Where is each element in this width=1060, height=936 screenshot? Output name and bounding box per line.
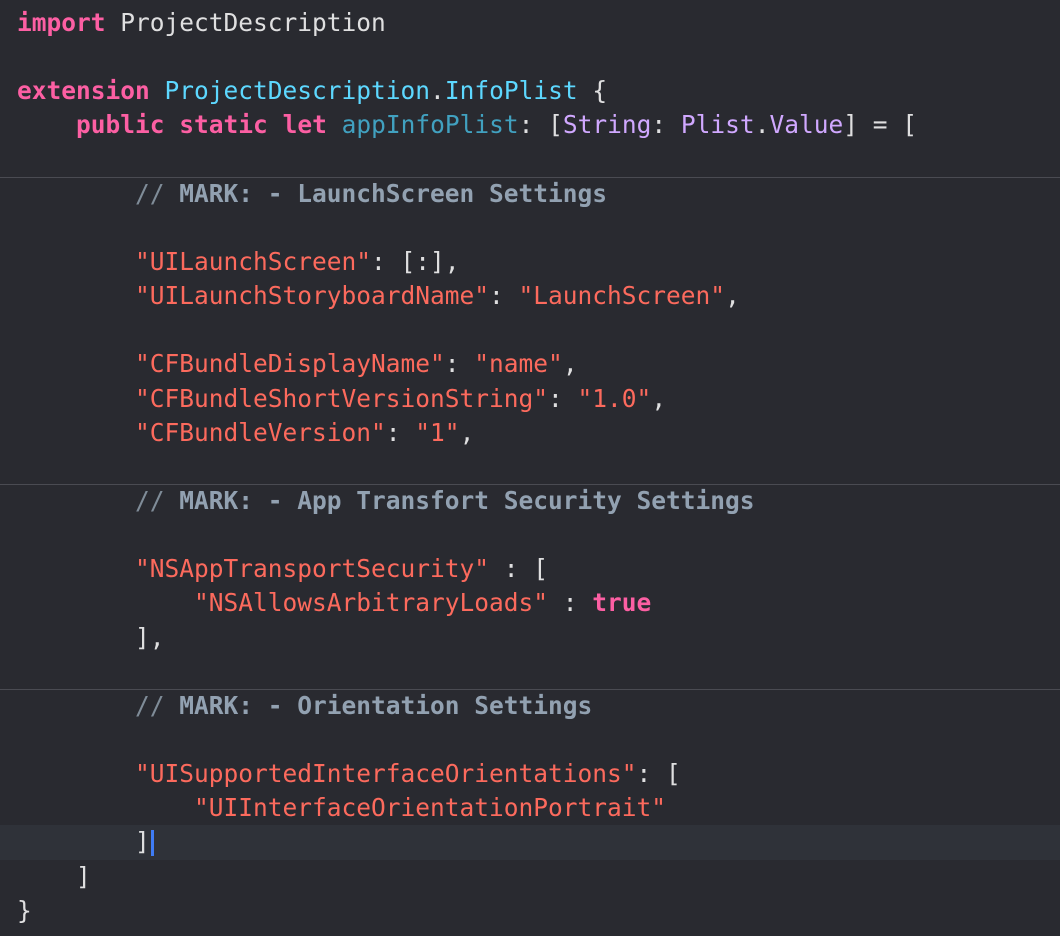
punctuation: : [ (636, 759, 681, 789)
punctuation: : (444, 349, 475, 379)
punctuation: : (385, 417, 416, 447)
mark-comment: MARK: - Orientation Settings (179, 690, 593, 720)
text-cursor (150, 830, 154, 857)
code-line-8[interactable]: "UILaunchScreen": [:], (0, 245, 1060, 279)
code-line-2[interactable] (0, 40, 1060, 74)
comment-slashes: // (135, 485, 165, 515)
mark-comment: MARK: - LaunchScreen Settings (179, 178, 608, 208)
punctuation: ] (76, 861, 91, 891)
code-line-17[interactable]: "NSAppTransportSecurity" : [ (0, 552, 1060, 586)
string-value: "UIInterfaceOrientationPortrait" (194, 793, 667, 823)
code-line-19[interactable]: ], (0, 621, 1060, 655)
code-line-25-current[interactable]: ] (0, 825, 1060, 860)
keyword: public (76, 110, 165, 140)
keyword: let (282, 110, 327, 140)
string-key: "NSAllowsArbitraryLoads" (194, 588, 549, 618)
code-line-4[interactable]: public static let appInfoPlist: [String:… (0, 108, 1060, 142)
punctuation: : [ (518, 110, 563, 140)
string-key: "CFBundleVersion" (135, 417, 386, 447)
string-value: "name" (474, 349, 563, 379)
string-key: "UILaunchScreen" (135, 246, 372, 276)
code-line-10[interactable] (0, 313, 1060, 347)
punctuation: : [:], (371, 246, 460, 276)
code-line-7[interactable] (0, 211, 1060, 245)
code-line-22[interactable] (0, 723, 1060, 757)
comment-slashes: // (135, 178, 165, 208)
code-line-23[interactable]: "UISupportedInterfaceOrientations": [ (0, 757, 1060, 791)
type-name: Value (769, 110, 844, 140)
type-name: InfoPlist (444, 76, 578, 106)
code-line-3[interactable]: extension ProjectDescription.InfoPlist { (0, 74, 1060, 108)
string-key: "CFBundleShortVersionString" (135, 383, 549, 413)
comment-slashes: // (135, 690, 165, 720)
keyword: import (17, 8, 106, 37)
code-line-13[interactable]: "CFBundleVersion": "1", (0, 416, 1060, 450)
code-line-26[interactable]: ] (0, 860, 1060, 894)
punctuation: ] (135, 827, 150, 857)
code-line-18[interactable]: "NSAllowsArbitraryLoads" : true (0, 586, 1060, 620)
code-line-24[interactable]: "UIInterfaceOrientationPortrait" (0, 791, 1060, 825)
property-name: appInfoPlist (341, 110, 519, 140)
punctuation: ], (135, 622, 165, 652)
punctuation: . (430, 76, 445, 106)
code-line-6[interactable]: // MARK: - LaunchScreen Settings (0, 176, 1060, 211)
punctuation: ] = [ (843, 110, 917, 140)
code-editor[interactable]: import ProjectDescription extension Proj… (0, 6, 1060, 928)
code-line-5[interactable] (0, 143, 1060, 177)
type-name: String (562, 110, 652, 140)
punctuation: , (459, 417, 475, 447)
string-value: "LaunchScreen" (518, 281, 726, 311)
punctuation: : (651, 110, 681, 140)
punctuation: : (489, 281, 519, 311)
code-line-1[interactable]: import ProjectDescription (0, 6, 1060, 40)
string-key: "UILaunchStoryboardName" (135, 281, 490, 311)
punctuation: } (17, 895, 32, 925)
code-line-12[interactable]: "CFBundleShortVersionString": "1.0", (0, 382, 1060, 416)
module-name: ProjectDescription (120, 8, 386, 37)
code-line-9[interactable]: "UILaunchStoryboardName": "LaunchScreen"… (0, 279, 1060, 313)
code-line-20[interactable] (0, 655, 1060, 689)
punctuation: : (548, 588, 593, 618)
keyword: extension (17, 76, 150, 106)
string-key: "NSAppTransportSecurity" (135, 554, 490, 584)
punctuation: { (577, 76, 608, 106)
code-line-27[interactable]: } (0, 894, 1060, 928)
mark-comment: MARK: - App Transfort Security Settings (179, 485, 755, 515)
punctuation: . (754, 110, 770, 140)
bool-literal: true (592, 588, 652, 618)
code-line-11[interactable]: "CFBundleDisplayName": "name", (0, 347, 1060, 381)
code-line-16[interactable] (0, 518, 1060, 552)
punctuation: : (548, 383, 578, 413)
keyword: static (179, 110, 268, 140)
string-value: "1.0" (577, 383, 652, 413)
code-line-15[interactable]: // MARK: - App Transfort Security Settin… (0, 483, 1060, 518)
punctuation: , (725, 281, 740, 311)
code-line-14[interactable] (0, 450, 1060, 484)
punctuation: : [ (489, 554, 549, 584)
type-name: Plist (680, 110, 755, 140)
type-name: ProjectDescription (164, 76, 431, 106)
string-value: "1" (415, 417, 460, 447)
punctuation: , (651, 383, 667, 413)
string-key: "UISupportedInterfaceOrientations" (135, 759, 637, 789)
string-key: "CFBundleDisplayName" (135, 349, 445, 379)
punctuation: , (562, 349, 578, 379)
code-line-21[interactable]: // MARK: - Orientation Settings (0, 688, 1060, 723)
